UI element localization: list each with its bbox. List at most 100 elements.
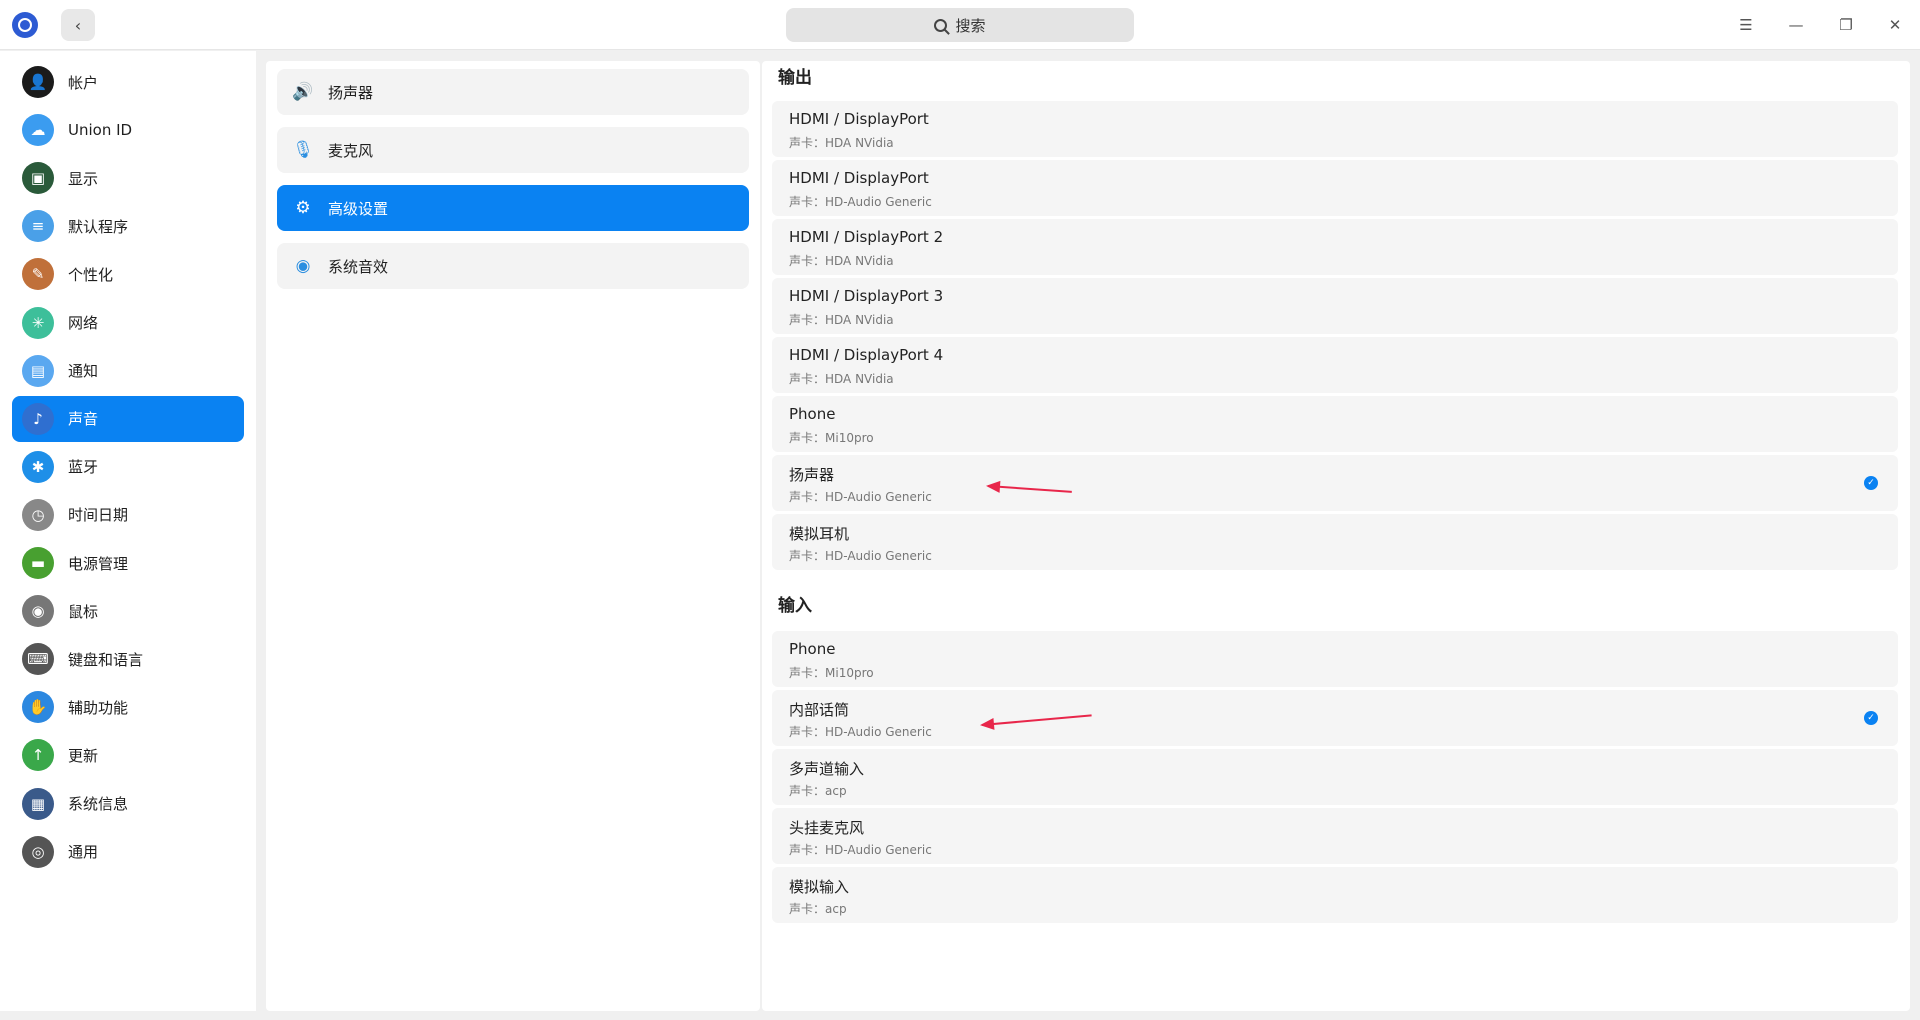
device-sound-card: 声卡：HDA NVidia — [789, 136, 894, 150]
minimize-button[interactable]: — — [1784, 13, 1808, 37]
device-sound-card: 声卡：Mi10pro — [789, 666, 874, 680]
device-sound-card: 声卡：acp — [789, 902, 847, 916]
device-sound-card: 声卡：HD-Audio Generic — [789, 725, 932, 739]
device-name: 内部话筒 — [789, 701, 850, 719]
sidebar-item-label: 声音 — [68, 410, 99, 429]
close-button[interactable]: ✕ — [1883, 13, 1907, 37]
sidebar-item[interactable]: ✎ 个性化 — [12, 251, 244, 297]
sidebar-item[interactable]: ♪ 声音 — [12, 395, 244, 442]
sidebar-item[interactable]: ▣ 显示 — [12, 155, 244, 201]
sidebar-item[interactable]: ≡ 默认程序 — [12, 203, 244, 249]
power-icon: ▬ — [22, 547, 54, 579]
input-device-row[interactable]: 内部话筒声卡：HD-Audio Generic ✓ — [772, 690, 1898, 746]
subnav-item[interactable]: ◉ 系统音效 — [277, 243, 749, 289]
sidebar-item-label: Union ID — [68, 121, 133, 140]
general-icon: ◎ — [22, 835, 54, 868]
output-device-row[interactable]: Phone 声卡：Mi10pro — [772, 396, 1898, 452]
output-device-row[interactable]: HDMI / DisplayPort 3 声卡：HDA NVidia — [772, 278, 1898, 334]
output-device-row[interactable]: HDMI / DisplayPort 声卡：HDA NVidia — [772, 101, 1898, 157]
keyboard-icon: ⌨ — [22, 643, 54, 676]
input-device-row[interactable]: Phone 声卡：Mi10pro — [772, 631, 1898, 687]
sidebar-item-label: 键盘和语言 — [68, 650, 144, 669]
sidebar-item[interactable]: ✳ 网络 — [12, 300, 244, 346]
output-device-row[interactable]: HDMI / DisplayPort 4 声卡：HDA NVidia — [772, 337, 1898, 393]
sidebar-item[interactable]: ◉ 鼠标 — [12, 588, 244, 634]
sidebar-item-label: 更新 — [68, 746, 99, 765]
sidebar-item-label: 时间日期 — [68, 506, 129, 525]
maximize-button[interactable]: ❐ — [1834, 13, 1858, 37]
subnav-item-label: 麦克风 — [328, 141, 374, 160]
network-icon: ✳ — [22, 306, 54, 339]
sidebar-item-label: 鼠标 — [68, 602, 99, 621]
cloud-icon: ☁ — [22, 114, 54, 147]
display-icon: ▣ — [22, 162, 54, 195]
device-sound-card: 声卡：HDA NVidia — [789, 313, 894, 327]
notification-icon: ▤ — [22, 354, 54, 387]
device-name: 多声道输入 — [789, 760, 865, 778]
sidebar-item[interactable]: ▦ 系统信息 — [12, 781, 244, 827]
device-name: HDMI / DisplayPort 2 — [789, 228, 944, 246]
device-name: HDMI / DisplayPort — [789, 169, 929, 187]
subnav-item[interactable]: 🎙 麦克风 — [277, 127, 749, 173]
device-sound-card: 声卡：HDA NVidia — [789, 372, 894, 386]
sidebar-item-label: 辅助功能 — [68, 698, 129, 717]
mouse-icon: ◉ — [22, 595, 54, 628]
checkmark-icon: ✓ — [1864, 711, 1878, 725]
device-name: 头挂麦克风 — [789, 819, 865, 837]
device-sound-card: 声卡：HD-Audio Generic — [789, 843, 932, 857]
device-name: HDMI / DisplayPort 4 — [789, 346, 944, 364]
device-sound-card: 声卡：HD-Audio Generic — [789, 490, 932, 504]
device-sound-card: 声卡：HDA NVidia — [789, 254, 894, 268]
system-info-icon: ▦ — [22, 787, 54, 820]
device-sound-card: 声卡：acp — [789, 784, 847, 798]
sidebar-item[interactable]: ⌨ 键盘和语言 — [12, 636, 244, 682]
input-section-title: 输入 — [778, 596, 812, 616]
sidebar-item[interactable]: ↑ 更新 — [12, 732, 244, 778]
output-device-row[interactable]: HDMI / DisplayPort 2 声卡：HDA NVidia — [772, 219, 1898, 275]
back-button[interactable]: ‹ — [61, 9, 95, 41]
sidebar-item[interactable]: ◷ 时间日期 — [12, 492, 244, 538]
sidebar-item[interactable]: ☁ Union ID — [12, 107, 244, 153]
device-sound-card: 声卡：HD-Audio Generic — [789, 195, 932, 209]
sound-icon: ♪ — [22, 402, 54, 435]
checkmark-icon: ✓ — [1864, 476, 1878, 490]
search-placeholder: 搜索 — [955, 16, 986, 35]
input-device-row[interactable]: 头挂麦克风声卡：HD-Audio Generic — [772, 808, 1898, 864]
output-device-row[interactable]: 扬声器 声卡：HD-Audio Generic ✓ — [772, 455, 1898, 511]
sidebar-item[interactable]: ▤ 通知 — [12, 348, 244, 394]
subnav-item[interactable]: 🔊 扬声器 — [277, 69, 749, 115]
microphone-icon: 🎙 — [292, 140, 314, 160]
title-bar: ‹ 搜索 ☰ — ❐ ✕ — [0, 0, 1920, 50]
output-device-row[interactable]: HDMI / DisplayPort 声卡：HD-Audio Generic — [772, 160, 1898, 216]
device-name: 模拟耳机 — [789, 525, 850, 543]
search-icon — [934, 18, 948, 32]
sound-subnav: 🔊 扬声器 🎙 麦克风 ⚙ 高级设置 ◉ 系统音效 — [266, 61, 760, 1011]
input-device-row[interactable]: 多声道输入声卡：acp — [772, 749, 1898, 805]
sidebar-item-label: 电源管理 — [68, 554, 129, 573]
sidebar-item-label: 默认程序 — [68, 217, 129, 236]
device-name: HDMI / DisplayPort 3 — [789, 287, 944, 305]
sidebar-item[interactable]: ✋ 辅助功能 — [12, 684, 244, 730]
sidebar-item-label: 蓝牙 — [68, 458, 99, 477]
output-device-row[interactable]: 模拟耳机声卡：HD-Audio Generic — [772, 514, 1898, 570]
device-sound-card: 声卡：HD-Audio Generic — [789, 549, 932, 563]
sidebar-item[interactable]: ◎ 通用 — [12, 829, 244, 875]
advanced-settings-panel: 输出 HDMI / DisplayPort 声卡：HDA NVidia HDMI /… — [762, 61, 1910, 1011]
clock-icon: ◷ — [22, 498, 54, 531]
subnav-item-label: 系统音效 — [328, 257, 389, 276]
sidebar-item[interactable]: ✱ 蓝牙 — [12, 444, 244, 490]
account-icon: 👤 — [22, 66, 54, 98]
input-device-row[interactable]: 模拟输入声卡：acp — [772, 867, 1898, 923]
system-sound-icon: ◉ — [295, 256, 311, 276]
app-logo-icon — [12, 12, 38, 38]
default-apps-icon: ≡ — [22, 210, 54, 243]
sidebar-item[interactable]: ▬ 电源管理 — [12, 540, 244, 586]
sidebar-item[interactable]: 👤 帐户 — [12, 59, 244, 105]
subnav-item[interactable]: ⚙ 高级设置 — [277, 185, 749, 231]
search-input[interactable]: 搜索 — [786, 8, 1134, 42]
device-name: 模拟输入 — [789, 878, 850, 896]
device-name: Phone — [789, 640, 836, 658]
sidebar-item-label: 网络 — [68, 314, 99, 332]
subnav-item-label: 扬声器 — [328, 83, 374, 102]
menu-button[interactable]: ☰ — [1734, 13, 1758, 37]
